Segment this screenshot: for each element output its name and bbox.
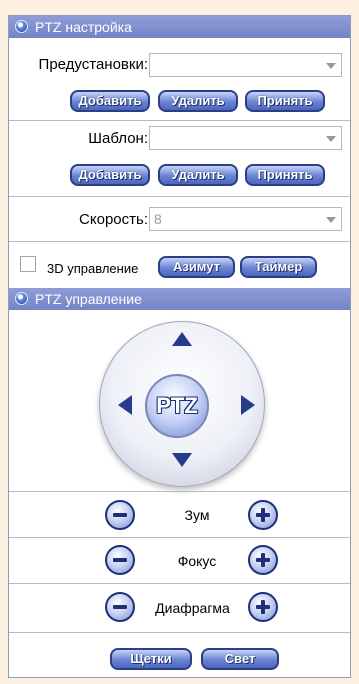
divider [9, 241, 350, 242]
divider [9, 196, 350, 197]
divider [9, 120, 350, 121]
header-bullet-icon [15, 20, 28, 33]
template-label: Шаблон: [88, 130, 148, 147]
arrow-right-icon[interactable] [241, 395, 255, 415]
chevron-down-icon [326, 217, 336, 223]
divider [9, 491, 350, 492]
3d-control-label: 3D управление [47, 261, 139, 276]
zoom-in-button[interactable] [248, 500, 278, 530]
azimuth-button[interactable]: Азимут [158, 256, 235, 278]
minus-icon [113, 558, 127, 562]
zoom-label: Зум [184, 507, 210, 523]
delete-preset-button[interactable]: Удалить [158, 90, 238, 112]
add-template-button[interactable]: Добавить [70, 164, 150, 186]
iris-minus-button[interactable] [105, 592, 135, 622]
divider [9, 632, 350, 633]
arrow-up-icon[interactable] [172, 332, 192, 346]
plus-icon-vertical [261, 508, 265, 522]
speed-select-value: 8 [154, 211, 162, 227]
presets-label: Предустановки: [38, 56, 148, 73]
minus-icon [113, 513, 127, 517]
iris-label: Диафрагма [155, 600, 230, 616]
timer-button[interactable]: Таймер [240, 256, 317, 278]
ptz-setup-header: PTZ настройка [9, 16, 350, 38]
header-bullet-icon [15, 292, 28, 305]
minus-icon [113, 605, 127, 609]
chevron-down-icon [326, 63, 336, 69]
add-preset-button[interactable]: Добавить [70, 90, 150, 112]
divider [9, 537, 350, 538]
focus-label: Фокус [177, 553, 217, 569]
ptz-center-button[interactable]: PTZ [145, 374, 209, 438]
chevron-down-icon [326, 136, 336, 142]
ptz-setup-title: PTZ настройка [35, 19, 132, 35]
speed-select[interactable]: 8 [149, 207, 342, 231]
delete-template-button[interactable]: Удалить [158, 164, 238, 186]
light-button[interactable]: Свет [201, 648, 279, 670]
divider [9, 583, 350, 584]
ptz-control-title: PTZ управление [35, 291, 142, 307]
focus-plus-button[interactable] [248, 545, 278, 575]
arrow-down-icon[interactable] [172, 453, 192, 467]
arrow-left-icon[interactable] [118, 395, 132, 415]
zoom-out-button[interactable] [105, 500, 135, 530]
plus-icon-vertical [261, 553, 265, 567]
3d-control-checkbox[interactable] [20, 256, 36, 272]
plus-icon-vertical [261, 600, 265, 614]
presets-select[interactable] [149, 53, 342, 77]
apply-template-button[interactable]: Принять [245, 164, 325, 186]
speed-label: Скорость: [79, 211, 148, 228]
focus-minus-button[interactable] [105, 545, 135, 575]
iris-plus-button[interactable] [248, 592, 278, 622]
template-select[interactable] [149, 126, 342, 150]
ptz-control-header: PTZ управление [9, 288, 350, 310]
wiper-button[interactable]: Щетки [110, 648, 192, 670]
apply-preset-button[interactable]: Принять [245, 90, 325, 112]
